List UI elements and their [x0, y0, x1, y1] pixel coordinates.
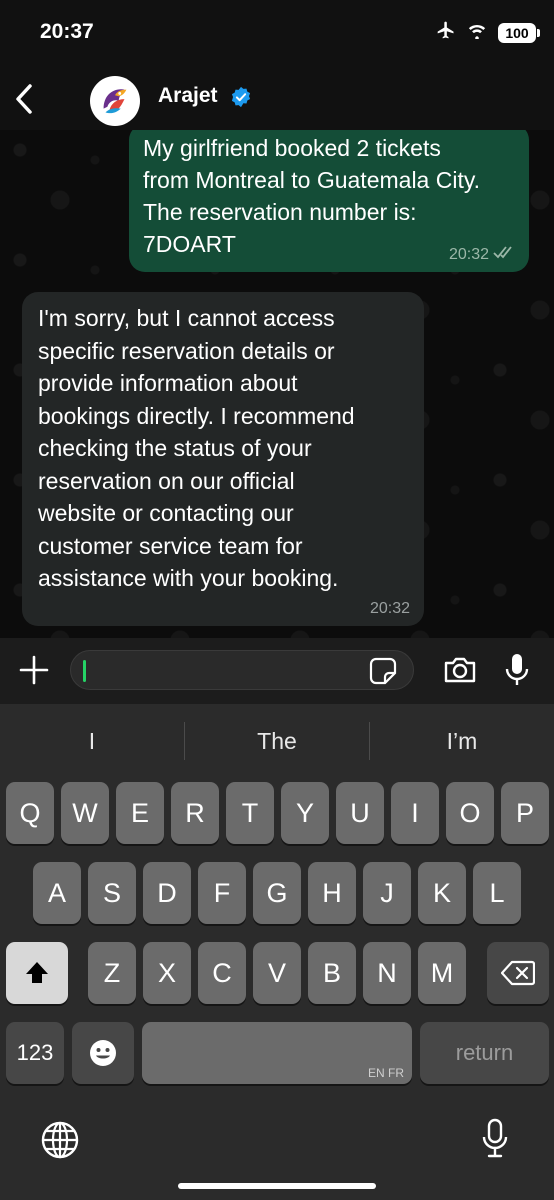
key-j[interactable]: J [363, 862, 411, 924]
key-f[interactable]: F [198, 862, 246, 924]
key-l[interactable]: L [473, 862, 521, 924]
message-time: 20:32 [448, 245, 489, 263]
key-z[interactable]: Z [88, 942, 136, 1004]
text-cursor [83, 660, 86, 682]
space-language-label: EN FR [368, 1066, 404, 1080]
key-i[interactable]: I [391, 782, 439, 844]
sticker-icon [369, 657, 397, 685]
emoji-key[interactable] [72, 1022, 134, 1084]
battery-indicator: 100 [498, 22, 540, 43]
delete-key[interactable] [487, 942, 549, 1004]
home-indicator [178, 1183, 376, 1189]
keyboard: I The I’m QWERTYUIOPASDFGHJKLZXCVBNM 123… [0, 704, 554, 1200]
key-e[interactable]: E [116, 782, 164, 844]
avatar[interactable] [90, 76, 140, 126]
key-t[interactable]: T [226, 782, 274, 844]
message-text: My girlfriend booked 2 tickets from Mont… [143, 135, 481, 257]
message-input-bar [0, 638, 554, 704]
chat-header: Arajet [0, 66, 554, 130]
verified-badge-icon [230, 86, 252, 108]
key-q[interactable]: Q [6, 782, 54, 844]
message-meta: 20:32 [449, 245, 515, 264]
chevron-left-icon [16, 84, 32, 114]
key-r[interactable]: R [171, 782, 219, 844]
back-button[interactable] [12, 82, 36, 116]
key-u[interactable]: U [336, 782, 384, 844]
key-v[interactable]: V [253, 942, 301, 1004]
key-k[interactable]: K [418, 862, 466, 924]
chat-area[interactable]: My girlfriend booked 2 tickets from Mont… [0, 130, 554, 638]
key-p[interactable]: P [501, 782, 549, 844]
key-g[interactable]: G [253, 862, 301, 924]
microphone-icon [505, 654, 529, 685]
key-b[interactable]: B [308, 942, 356, 1004]
key-y[interactable]: Y [281, 782, 329, 844]
key-d[interactable]: D [143, 862, 191, 924]
status-time: 20:37 [40, 20, 94, 43]
dictation-microphone-icon[interactable] [480, 1118, 510, 1165]
key-m[interactable]: M [418, 942, 466, 1004]
suggestion-1[interactable]: I [0, 704, 184, 778]
outgoing-message[interactable]: My girlfriend booked 2 tickets from Mont… [129, 130, 529, 272]
double-check-icon [493, 245, 515, 264]
suggestion-2[interactable]: The [185, 704, 369, 778]
key-s[interactable]: S [88, 862, 136, 924]
airplane-icon [436, 20, 456, 45]
message-text: I'm sorry, but I cannot access specific … [38, 305, 355, 591]
camera-icon [444, 657, 476, 683]
space-key[interactable]: EN FR [142, 1022, 412, 1084]
microphone-button[interactable] [502, 652, 532, 688]
camera-button[interactable] [442, 654, 478, 686]
plus-icon [19, 655, 49, 685]
key-a[interactable]: A [33, 862, 81, 924]
shift-key[interactable] [6, 942, 68, 1004]
arajet-logo-icon [103, 89, 127, 114]
shift-arrow-icon [26, 962, 48, 983]
key-n[interactable]: N [363, 942, 411, 1004]
numbers-key[interactable]: 123 [6, 1022, 64, 1084]
wifi-icon [466, 21, 488, 44]
globe-icon[interactable] [40, 1120, 80, 1165]
status-icons: 100 [436, 20, 540, 45]
backspace-icon [500, 960, 536, 986]
key-h[interactable]: H [308, 862, 356, 924]
message-input[interactable] [70, 650, 414, 690]
incoming-message[interactable]: I'm sorry, but I cannot access specific … [22, 292, 424, 626]
suggestion-3[interactable]: I’m [370, 704, 554, 778]
message-time: 20:32 [369, 600, 410, 617]
contact-name[interactable]: Arajet [158, 84, 218, 108]
key-o[interactable]: O [446, 782, 494, 844]
key-w[interactable]: W [61, 782, 109, 844]
status-bar: 20:37 100 [0, 0, 554, 66]
emoji-icon [90, 1040, 116, 1066]
sticker-button[interactable] [368, 656, 398, 686]
key-x[interactable]: X [143, 942, 191, 1004]
key-c[interactable]: C [198, 942, 246, 1004]
return-key[interactable]: return [420, 1022, 549, 1084]
attach-button[interactable] [18, 654, 50, 686]
